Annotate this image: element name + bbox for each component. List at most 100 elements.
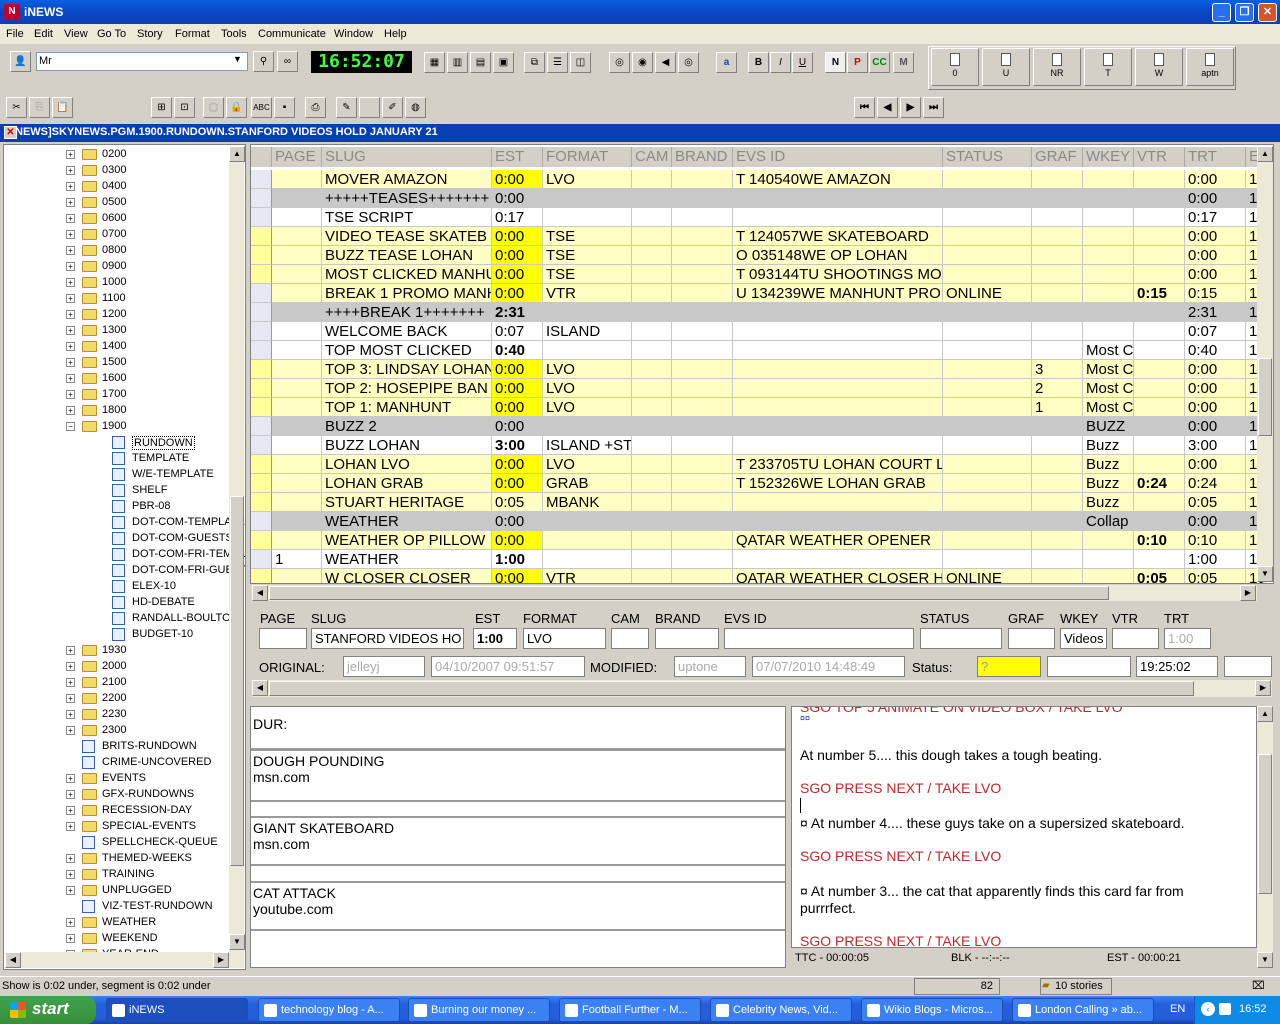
cell-trt[interactable]: 0:00 bbox=[1185, 398, 1246, 417]
cell-est[interactable]: 0:05 bbox=[492, 493, 543, 512]
cell-status[interactable] bbox=[943, 379, 1032, 398]
row-marker[interactable] bbox=[251, 303, 272, 322]
cell-cam[interactable] bbox=[632, 265, 672, 284]
expand-icon[interactable]: + bbox=[66, 678, 75, 687]
cell-status[interactable] bbox=[943, 512, 1032, 531]
cell-est[interactable]: 0:07 bbox=[492, 322, 543, 341]
cell-vtr[interactable] bbox=[1134, 170, 1185, 189]
pane-2-icon[interactable]: ☰ bbox=[547, 52, 568, 73]
cell-format[interactable]: VTR bbox=[543, 569, 632, 583]
cell-status[interactable] bbox=[943, 455, 1032, 474]
cell-graf[interactable] bbox=[1032, 569, 1083, 583]
cell-format[interactable]: GRAB bbox=[543, 474, 632, 493]
cell-brand[interactable] bbox=[672, 246, 733, 265]
cell-wkey[interactable] bbox=[1083, 322, 1134, 341]
cell-vtr[interactable] bbox=[1134, 512, 1185, 531]
cam-field[interactable] bbox=[611, 628, 649, 649]
row-marker[interactable] bbox=[251, 322, 272, 341]
cell-page[interactable] bbox=[272, 569, 322, 583]
cell-vtr[interactable] bbox=[1134, 265, 1185, 284]
cell-graf[interactable] bbox=[1032, 341, 1083, 360]
blank-icon[interactable] bbox=[359, 97, 380, 118]
taskbar-item[interactable]: Burning our money ... bbox=[408, 998, 550, 1022]
expand-icon[interactable]: + bbox=[66, 182, 75, 191]
cell-slug[interactable]: BREAK 1 PROMO MANH bbox=[322, 284, 492, 303]
row-marker[interactable] bbox=[251, 398, 272, 417]
cell-format[interactable] bbox=[543, 550, 632, 569]
cell-brand[interactable] bbox=[672, 474, 733, 493]
menu-file[interactable]: File bbox=[6, 28, 24, 40]
table-row[interactable]: VIDEO TEASE SKATEB 0:00 TSE T 124057WE SKAT… bbox=[251, 227, 1266, 246]
scroll-down-icon[interactable]: ▼ bbox=[229, 934, 245, 950]
cell-wkey[interactable]: Most C bbox=[1083, 341, 1134, 360]
cell-slug[interactable]: TOP 1: MANHUNT bbox=[322, 398, 492, 417]
cell-format[interactable]: ISLAND bbox=[543, 322, 632, 341]
cell-page[interactable] bbox=[272, 360, 322, 379]
language-indicator[interactable]: EN bbox=[1170, 1003, 1185, 1015]
pane-3-icon[interactable]: ◫ bbox=[570, 52, 591, 73]
cell-status[interactable]: ONLINE bbox=[943, 569, 1032, 583]
cell-graf[interactable]: 1 bbox=[1032, 398, 1083, 417]
circle-1-icon[interactable]: ◎ bbox=[609, 52, 630, 73]
cue-block[interactable]: CAT ATTACK youtube.com bbox=[251, 883, 785, 931]
expand-icon[interactable]: + bbox=[66, 886, 75, 895]
column-header-slug[interactable]: SLUG bbox=[322, 147, 492, 167]
menu-story[interactable]: Story bbox=[137, 28, 163, 40]
prev-story-icon[interactable]: ◀ bbox=[877, 97, 898, 118]
column-header-evs[interactable]: EVS ID bbox=[733, 147, 943, 167]
cell-cam[interactable] bbox=[632, 455, 672, 474]
cell-format[interactable]: MBANK bbox=[543, 493, 632, 512]
cue-block[interactable] bbox=[251, 802, 785, 818]
cell-vtr[interactable] bbox=[1134, 379, 1185, 398]
cell-wkey[interactable]: Most C bbox=[1083, 398, 1134, 417]
print-0-button[interactable]: 0 bbox=[931, 48, 979, 86]
expand-icon[interactable]: + bbox=[66, 806, 75, 815]
cell-wkey[interactable] bbox=[1083, 284, 1134, 303]
cell-page[interactable] bbox=[272, 170, 322, 189]
mode-n-button[interactable]: N bbox=[825, 52, 846, 73]
expand-icon[interactable]: + bbox=[66, 822, 75, 831]
cell-graf[interactable] bbox=[1032, 189, 1083, 208]
cell-graf[interactable] bbox=[1032, 455, 1083, 474]
row-marker[interactable] bbox=[251, 474, 272, 493]
cell-graf[interactable] bbox=[1032, 417, 1083, 436]
expand-icon[interactable]: + bbox=[66, 790, 75, 799]
row-marker[interactable] bbox=[251, 493, 272, 512]
cell-trt[interactable]: 0:00 bbox=[1185, 227, 1246, 246]
cell-brand[interactable] bbox=[672, 550, 733, 569]
cell-graf[interactable] bbox=[1032, 227, 1083, 246]
close-icon[interactable]: ✕ bbox=[4, 126, 17, 139]
cell-status[interactable] bbox=[943, 360, 1032, 379]
column-header-est[interactable]: EST bbox=[492, 147, 543, 167]
cell-wkey[interactable]: BUZZ bbox=[1083, 417, 1134, 436]
table-row[interactable]: ++++BREAK 1+++++++2:312:3119 bbox=[251, 303, 1266, 322]
cell-cam[interactable] bbox=[632, 189, 672, 208]
taskbar-item[interactable]: technology blog - A... bbox=[258, 998, 400, 1022]
cell-wkey[interactable] bbox=[1083, 303, 1134, 322]
cell-slug[interactable]: BUZZ 2 bbox=[322, 417, 492, 436]
last-story-icon[interactable]: ⏭ bbox=[923, 97, 944, 118]
status-extra-field-2[interactable] bbox=[1224, 656, 1272, 677]
cell-graf[interactable] bbox=[1032, 265, 1083, 284]
italic-button[interactable]: I bbox=[770, 52, 791, 73]
next-story-icon[interactable]: ▶ bbox=[900, 97, 921, 118]
expand-icon[interactable]: + bbox=[66, 854, 75, 863]
cell-cam[interactable] bbox=[632, 493, 672, 512]
table-row[interactable]: LOHAN GRAB 0:00 GRAB T 152326WE LOHAN GRAB B… bbox=[251, 474, 1266, 493]
minimize-button[interactable]: _ bbox=[1212, 3, 1231, 22]
cell-evs[interactable] bbox=[733, 303, 943, 322]
expand-icon[interactable]: + bbox=[66, 198, 75, 207]
menu-format[interactable]: Format bbox=[175, 28, 210, 40]
menu-view[interactable]: View bbox=[64, 28, 88, 40]
cell-vtr[interactable] bbox=[1134, 436, 1185, 455]
cell-brand[interactable] bbox=[672, 227, 733, 246]
cell-est[interactable]: 0:00 bbox=[492, 265, 543, 284]
print-nr-button[interactable]: NR bbox=[1033, 48, 1081, 86]
table-row[interactable]: WEATHER0:00Collap0:0019 bbox=[251, 512, 1266, 531]
expand-icon[interactable]: + bbox=[66, 166, 75, 175]
cell-evs[interactable] bbox=[733, 436, 943, 455]
cell-page[interactable] bbox=[272, 455, 322, 474]
cut-icon[interactable]: ✂ bbox=[6, 97, 27, 118]
cell-cam[interactable] bbox=[632, 417, 672, 436]
table-row[interactable]: TOP 2: HOSEPIPE BAN0:00LVO2Most C0:0019 bbox=[251, 379, 1266, 398]
